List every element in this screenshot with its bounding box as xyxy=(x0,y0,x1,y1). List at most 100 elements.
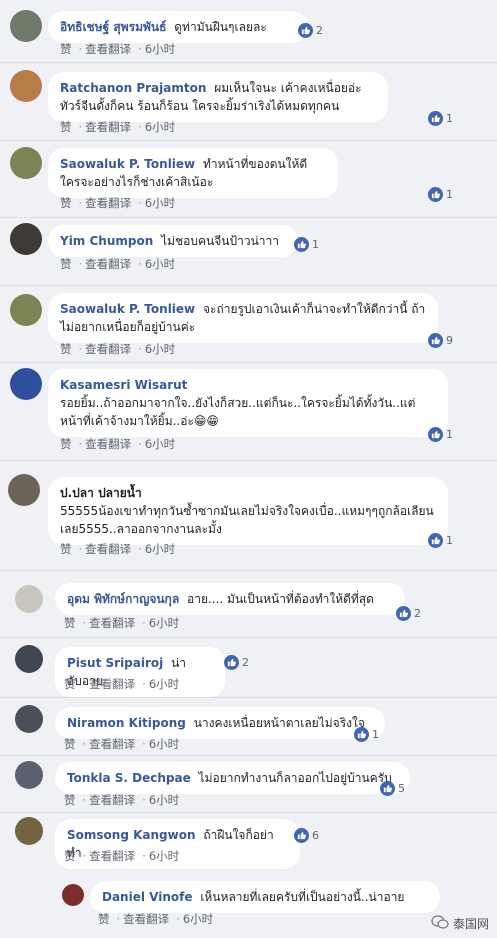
translate-link[interactable]: 查看翻译 xyxy=(85,437,131,451)
divider xyxy=(0,362,497,363)
timestamp[interactable]: 6小时 xyxy=(145,120,175,134)
timestamp[interactable]: 6小时 xyxy=(149,616,179,630)
translate-link[interactable]: 查看翻译 xyxy=(89,616,135,630)
translate-link[interactable]: 查看翻译 xyxy=(123,912,169,926)
comment-author[interactable]: ป.ปลา ปลายน้ำ xyxy=(60,486,142,500)
like-link[interactable]: 赞 xyxy=(64,793,76,807)
comment-bubble: อิทธิเชษฐ์ สุพรมพันธ์ ดูท่ามันฝืนๆเลยละ xyxy=(48,11,308,43)
reaction-number: 1 xyxy=(446,533,453,547)
comment-bubble: Saowaluk P. Tonliew จะถ่ายรูปเอาเงินเค้า… xyxy=(48,293,438,343)
like-link[interactable]: 赞 xyxy=(64,849,76,863)
comment-actions: 赞 · 查看翻译 · 6小时 xyxy=(64,793,180,807)
avatar[interactable] xyxy=(8,474,40,506)
comment-actions: 赞 · 查看翻译 · 6小时 xyxy=(60,42,176,56)
timestamp[interactable]: 6小时 xyxy=(149,737,179,751)
translate-link[interactable]: 查看翻译 xyxy=(89,737,135,751)
comment-text: ไม่ชอบคนจีนป้าวน่าาา xyxy=(161,234,279,248)
comment-author[interactable]: Yim Chumpon xyxy=(60,234,153,248)
avatar[interactable] xyxy=(10,70,42,102)
reaction-count[interactable]: 1 xyxy=(292,235,323,253)
comment-author[interactable]: Ratchanon Prajamton xyxy=(60,81,206,95)
timestamp[interactable]: 6小时 xyxy=(183,912,213,926)
translate-link[interactable]: 查看翻译 xyxy=(85,42,131,56)
reaction-count[interactable]: 1 xyxy=(352,725,383,743)
avatar[interactable] xyxy=(10,368,42,400)
comment-author[interactable]: อิทธิเชษฐ์ สุพรมพันธ์ xyxy=(60,20,166,34)
watermark-text: 泰国网 xyxy=(452,917,489,931)
translate-link[interactable]: 查看翻译 xyxy=(89,677,135,691)
comment-author[interactable]: Pisut Sripairoj xyxy=(67,656,163,670)
translate-link[interactable]: 查看翻译 xyxy=(85,342,131,356)
divider xyxy=(0,140,497,141)
timestamp[interactable]: 6小时 xyxy=(145,257,175,271)
reaction-count[interactable]: 2 xyxy=(296,21,327,39)
thumbs-up-icon xyxy=(428,532,443,548)
comment-actions: 赞 · 查看翻译 · 6小时 xyxy=(60,542,176,556)
reaction-count[interactable]: 2 xyxy=(222,653,253,671)
avatar[interactable] xyxy=(10,294,42,326)
comment-actions: 赞 · 查看翻译 · 6小时 xyxy=(60,196,176,210)
comment-author[interactable]: Saowaluk P. Tonliew xyxy=(60,157,195,171)
like-link[interactable]: 赞 xyxy=(60,196,72,210)
comment-author[interactable]: Somsong Kangwon xyxy=(67,828,196,842)
avatar[interactable] xyxy=(15,645,43,673)
translate-link[interactable]: 查看翻译 xyxy=(85,120,131,134)
reaction-number: 1 xyxy=(446,187,453,201)
like-link[interactable]: 赞 xyxy=(60,42,72,56)
reaction-count[interactable]: 6 xyxy=(292,826,323,844)
timestamp[interactable]: 6小时 xyxy=(145,196,175,210)
thumbs-up-icon xyxy=(294,827,309,843)
translate-link[interactable]: 查看翻译 xyxy=(85,257,131,271)
timestamp[interactable]: 6小时 xyxy=(145,42,175,56)
like-link[interactable]: 赞 xyxy=(60,342,72,356)
avatar[interactable] xyxy=(15,705,43,733)
comment-bubble: Saowaluk P. Tonliew ทำหน้าที่ของตนให้ดี … xyxy=(48,148,338,198)
comment-author[interactable]: Saowaluk P. Tonliew xyxy=(60,302,195,316)
avatar[interactable] xyxy=(62,884,84,906)
comment-author[interactable]: Daniel Vinofe xyxy=(102,890,192,904)
comment-author[interactable]: อุดม พิทักษ์กาญจนกุล xyxy=(67,592,179,606)
divider xyxy=(0,637,497,638)
reaction-count[interactable]: 2 xyxy=(394,604,425,622)
like-link[interactable]: 赞 xyxy=(98,912,110,926)
timestamp[interactable]: 6小时 xyxy=(149,849,179,863)
like-link[interactable]: 赞 xyxy=(64,677,76,691)
comment-author[interactable]: Kasamesri Wisarut xyxy=(60,378,187,392)
like-link[interactable]: 赞 xyxy=(60,437,72,451)
timestamp[interactable]: 6小时 xyxy=(145,342,175,356)
reaction-count[interactable]: 5 xyxy=(378,779,409,797)
reaction-count[interactable]: 1 xyxy=(426,185,457,203)
avatar[interactable] xyxy=(15,761,43,789)
timestamp[interactable]: 6小时 xyxy=(149,793,179,807)
comment-author[interactable]: Tonkla S. Dechpae xyxy=(67,771,191,785)
timestamp[interactable]: 6小时 xyxy=(145,437,175,451)
comment-bubble: Yim Chumpon ไม่ชอบคนจีนป้าวน่าาา xyxy=(48,225,298,257)
thumbs-up-icon xyxy=(354,726,369,742)
reaction-count[interactable]: 1 xyxy=(426,425,457,443)
divider xyxy=(0,755,497,756)
divider xyxy=(0,217,497,218)
timestamp[interactable]: 6小时 xyxy=(145,542,175,556)
reaction-count[interactable]: 1 xyxy=(426,109,457,127)
like-link[interactable]: 赞 xyxy=(64,616,76,630)
reaction-number: 2 xyxy=(316,23,323,37)
translate-link[interactable]: 查看翻译 xyxy=(89,849,135,863)
reaction-count[interactable]: 1 xyxy=(426,531,457,549)
thumbs-up-icon xyxy=(428,332,443,348)
avatar[interactable] xyxy=(15,817,43,845)
avatar[interactable] xyxy=(10,10,42,42)
like-link[interactable]: 赞 xyxy=(64,737,76,751)
timestamp[interactable]: 6小时 xyxy=(149,677,179,691)
like-link[interactable]: 赞 xyxy=(60,120,72,134)
reaction-count[interactable]: 9 xyxy=(426,331,457,349)
like-link[interactable]: 赞 xyxy=(60,257,72,271)
translate-link[interactable]: 查看翻译 xyxy=(85,542,131,556)
like-link[interactable]: 赞 xyxy=(60,542,72,556)
avatar[interactable] xyxy=(10,223,42,255)
comment-author[interactable]: Niramon Kitipong xyxy=(67,716,186,730)
comment-actions: 赞 · 查看翻译 · 6小时 xyxy=(64,849,180,863)
avatar[interactable] xyxy=(15,585,43,613)
translate-link[interactable]: 查看翻译 xyxy=(89,793,135,807)
avatar[interactable] xyxy=(10,147,42,179)
translate-link[interactable]: 查看翻译 xyxy=(85,196,131,210)
